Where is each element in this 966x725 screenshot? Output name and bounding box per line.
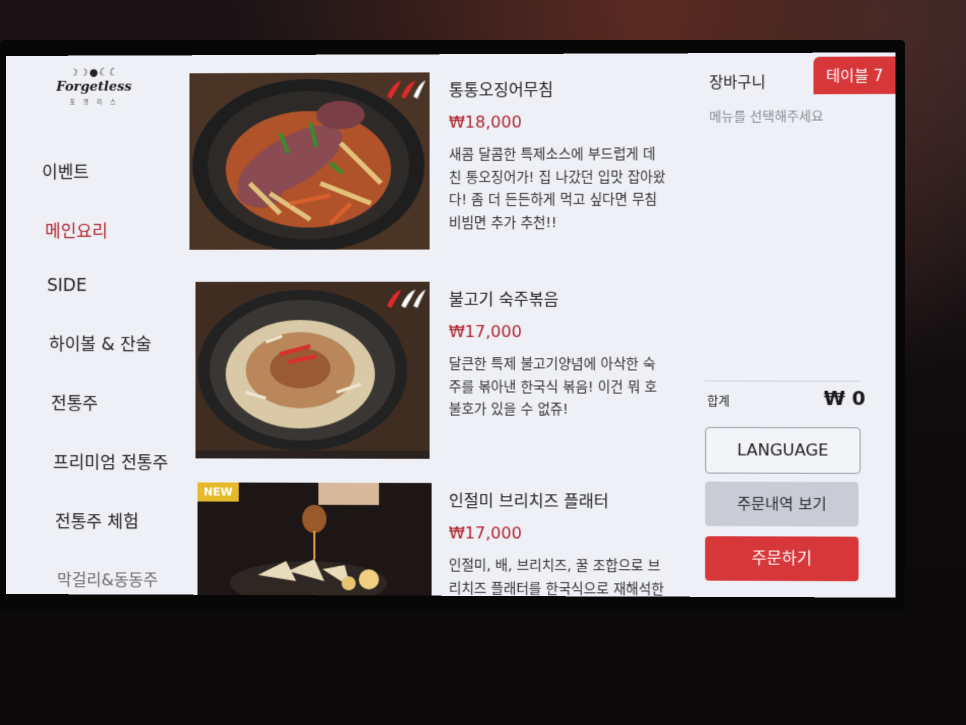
menu-item[interactable]: 불고기 숙주볶음 ₩17,000 달큰한 특제 불고기양념에 아삭한 숙주를 볶…	[189, 281, 675, 464]
new-badge: NEW	[197, 482, 239, 502]
dish-name[interactable]: 불고기 숙주볶음	[449, 286, 668, 310]
category-side[interactable]: SIDE	[47, 276, 168, 296]
total-value: ₩ 0	[823, 387, 866, 411]
category-sidebar: ☽☽●☾☾ Forgetless 포 겟 리 스 이벤트 메인요리 SIDE 하…	[6, 55, 187, 595]
menu-item[interactable]: 통통오징어무침 ₩18,000 새콤 달콤한 특제소스에 부드럽게 데친 통오징…	[189, 71, 675, 253]
place-order-button[interactable]: 주문하기	[705, 536, 859, 582]
spicy-chili-icon	[383, 288, 425, 314]
category-main-dishes[interactable]: 메인요리	[45, 217, 168, 242]
dish-price: ₩17,000	[448, 523, 522, 543]
category-makgeolli[interactable]: 막걸리&동동주	[57, 566, 168, 590]
category-event[interactable]: 이벤트	[42, 158, 168, 183]
order-history-button[interactable]: 주문내역 보기	[705, 481, 859, 527]
brand-subtitle: 포 겟 리 스	[69, 98, 119, 106]
cart-divider	[705, 380, 861, 382]
category-nav: 이벤트 메인요리 SIDE 하이볼 & 잔술 전통주 프리미엄 전통주 전통주 …	[42, 158, 168, 598]
dish-info: 인절미 브리치즈 플래터 ₩17,000 인절미, 배, 브리치즈, 꿀 조합으…	[449, 483, 668, 598]
category-highball[interactable]: 하이볼 & 잔술	[49, 330, 168, 355]
dish-description: 달큰한 특제 불고기양념에 아삭한 숙주를 볶아낸 한국식 볶음! 이건 뭐 호…	[448, 356, 658, 418]
brand-logo: ☽☽●☾☾ Forgetless 포 겟 리 스	[54, 68, 134, 106]
total-label: 합계	[707, 394, 730, 409]
menu-item[interactable]: NEW 인절미 브리치즈 플래터 ₩17,000 인절미, 배, 브리치즈, 꿀…	[189, 482, 675, 597]
moon-phases-icon: ☽☽●☾☾	[69, 67, 119, 79]
dish-info: 불고기 숙주볶음 ₩17,000 달큰한 특제 불고기양념에 아삭한 숙주를 볶…	[449, 282, 668, 422]
dish-price: ₩18,000	[448, 112, 522, 132]
dish-description: 새콤 달콤한 특제소스에 부드럽게 데친 통오징어가! 집 나갔던 입맛 잡아왔…	[448, 146, 666, 231]
dish-name[interactable]: 인절미 브리치즈 플래터	[449, 487, 668, 512]
dish-info: 통통오징어무침 ₩18,000 새콤 달콤한 특제소스에 부드럽게 데친 통오징…	[449, 72, 668, 235]
brand-name: Forgetless	[56, 79, 132, 95]
dish-photo-bulgogi[interactable]	[195, 281, 430, 459]
kiosk-screen: ☽☽●☾☾ Forgetless 포 겟 리 스 이벤트 메인요리 SIDE 하…	[6, 52, 896, 598]
dish-description: 인절미, 배, 브리치즈, 꿀 조합으로 브리치즈 플래터를 한국식으로 재해석…	[448, 557, 664, 598]
spicy-chili-icon	[383, 78, 425, 104]
category-traditional-tasting[interactable]: 전통주 체험	[55, 507, 168, 532]
dish-photo-platter[interactable]: NEW	[197, 482, 432, 596]
table-number-badge: 테이블 7	[813, 56, 896, 95]
menu-list: 통통오징어무침 ₩18,000 새콤 달콤한 특제소스에 부드럽게 데친 통오징…	[189, 71, 675, 597]
dish-price: ₩17,000	[448, 321, 522, 342]
cart-panel: 테이블 7 장바구니 메뉴를 선택해주세요 합계 ₩ 0 LANGUAGE 주문…	[680, 52, 896, 598]
category-premium-traditional[interactable]: 프리미엄 전통주	[53, 448, 168, 473]
dish-photo-squid[interactable]	[189, 72, 430, 250]
language-button[interactable]: LANGUAGE	[705, 427, 861, 474]
cart-title: 장바구니	[709, 73, 766, 92]
category-traditional-liquor[interactable]: 전통주	[51, 389, 168, 414]
cart-empty-message: 메뉴를 선택해주세요	[709, 109, 824, 125]
dish-name[interactable]: 통통오징어무침	[449, 76, 668, 101]
